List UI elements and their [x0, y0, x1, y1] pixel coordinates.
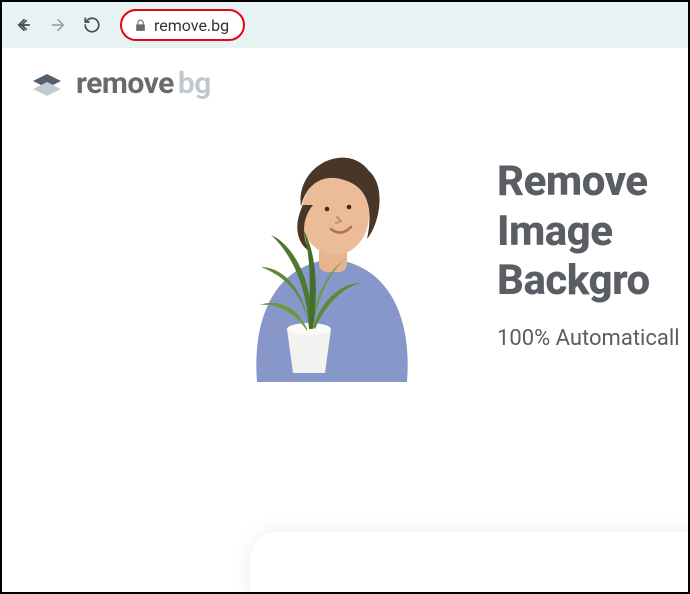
- reload-button[interactable]: [78, 11, 106, 39]
- hero-title-line2: Image: [497, 207, 680, 257]
- hero-title-line1: Remove: [497, 157, 680, 207]
- address-bar[interactable]: remove.bg: [120, 9, 245, 41]
- arrow-right-icon: [49, 16, 67, 34]
- logo-icon: [30, 70, 64, 98]
- hero-copy: Remove Image Backgro 100% Automaticall: [497, 147, 680, 351]
- hero-subtitle: 100% Automaticall: [497, 326, 680, 351]
- site-logo[interactable]: removebg: [2, 48, 688, 119]
- lock-icon: [134, 19, 147, 32]
- logo-text: removebg: [76, 66, 211, 101]
- upload-card[interactable]: [250, 532, 688, 592]
- back-button[interactable]: [10, 11, 38, 39]
- hero-title-line3: Backgro: [497, 256, 680, 306]
- forward-button[interactable]: [44, 11, 72, 39]
- hero-section: Remove Image Backgro 100% Automaticall: [2, 147, 688, 382]
- person-with-plant-icon: [197, 147, 467, 382]
- browser-toolbar: remove.bg: [2, 2, 688, 48]
- page-content: removebg: [2, 48, 688, 592]
- reload-icon: [83, 16, 101, 34]
- logo-word-remove: remove: [76, 66, 174, 101]
- url-text: remove.bg: [154, 16, 229, 35]
- hero-title: Remove Image Backgro: [497, 157, 680, 306]
- logo-word-bg: bg: [178, 66, 211, 101]
- arrow-left-icon: [15, 16, 33, 34]
- hero-image: [197, 147, 467, 382]
